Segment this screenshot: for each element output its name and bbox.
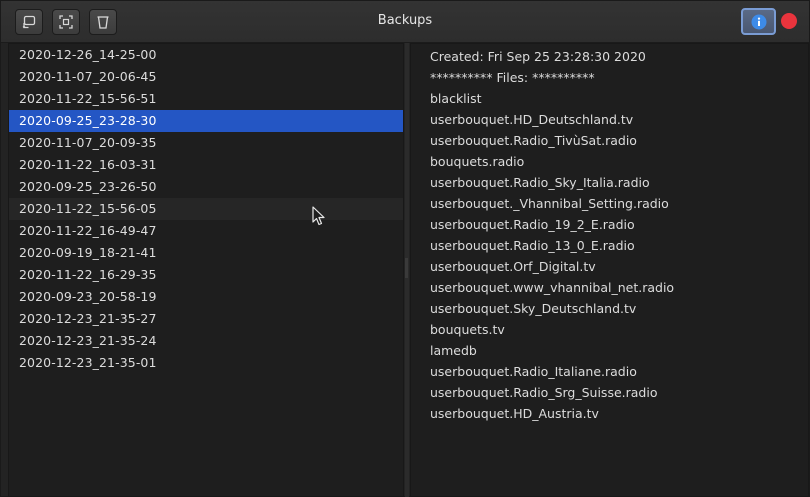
file-entry: userbouquet.Radio_Srg_Suisse.radio — [430, 385, 658, 400]
file-entry: userbouquet.HD_Austria.tv — [430, 406, 599, 421]
file-entry: userbouquet._Vhannibal_Setting.radio — [430, 196, 669, 211]
file-entry: userbouquet.Sky_Deutschland.tv — [430, 301, 637, 316]
list-item-selected[interactable]: 2020-09-25_23-28-30 — [9, 110, 403, 132]
list-item[interactable]: 2020-09-23_20-58-19 — [9, 286, 403, 308]
list-item-hovered[interactable]: 2020-11-22_15-56-05 — [9, 198, 403, 220]
window-title: Backups — [377, 13, 433, 28]
file-entry: userbouquet.Radio_Sky_Italia.radio — [430, 175, 650, 190]
backup-details: Created: Fri Sep 25 23:28:30 2020 ******… — [410, 43, 809, 497]
list-item[interactable]: 2020-12-23_21-35-27 — [9, 308, 403, 330]
info-icon — [751, 14, 766, 29]
file-entry: bouquets.tv — [430, 322, 505, 337]
backups-list: 2020-12-26_14-25-00 2020-11-07_20-06-45 … — [8, 43, 404, 497]
pane-divider-handle[interactable] — [405, 258, 408, 278]
list-item[interactable]: 2020-09-25_23-26-50 — [9, 176, 403, 198]
file-entry: userbouquet.Radio_19_2_E.radio — [430, 217, 635, 232]
list-item[interactable]: 2020-11-07_20-06-45 — [9, 66, 403, 88]
backups-window: Backups 2020-12-26_14-25-00 2020-11-07_2… — [0, 0, 810, 497]
file-entry: blacklist — [430, 91, 482, 106]
title-bar: Backups — [1, 1, 809, 43]
file-entry: lamedb — [430, 343, 477, 358]
list-item[interactable]: 2020-09-19_18-21-41 — [9, 242, 403, 264]
list-item[interactable]: 2020-12-26_14-25-00 — [9, 44, 403, 66]
list-item[interactable]: 2020-11-22_16-29-35 — [9, 264, 403, 286]
list-item[interactable]: 2020-12-23_21-35-24 — [9, 330, 403, 352]
list-item[interactable]: 2020-12-23_21-35-01 — [9, 352, 403, 374]
created-text: Created: Fri Sep 25 23:28:30 2020 — [430, 49, 646, 64]
file-entry: userbouquet.Orf_Digital.tv — [430, 259, 596, 274]
file-entry: userbouquet.Radio_TivùSat.radio — [430, 133, 637, 148]
list-item[interactable]: 2020-11-22_15-56-51 — [9, 88, 403, 110]
file-entry: userbouquet.Radio_Italiane.radio — [430, 364, 637, 379]
list-item[interactable]: 2020-11-22_16-49-47 — [9, 220, 403, 242]
file-entry: bouquets.radio — [430, 154, 525, 169]
list-item[interactable]: 2020-11-07_20-09-35 — [9, 132, 403, 154]
list-item[interactable]: 2020-11-22_16-03-31 — [9, 154, 403, 176]
file-entry: userbouquet.Radio_13_0_E.radio — [430, 238, 635, 253]
files-header: ********** Files: ********** — [430, 70, 595, 85]
mouse-cursor-icon — [312, 206, 325, 226]
file-entry: userbouquet.HD_Deutschland.tv — [430, 112, 634, 127]
info-button[interactable] — [741, 8, 776, 35]
file-entry: userbouquet.www_vhannibal_net.radio — [430, 280, 675, 295]
close-button[interactable] — [781, 13, 797, 29]
